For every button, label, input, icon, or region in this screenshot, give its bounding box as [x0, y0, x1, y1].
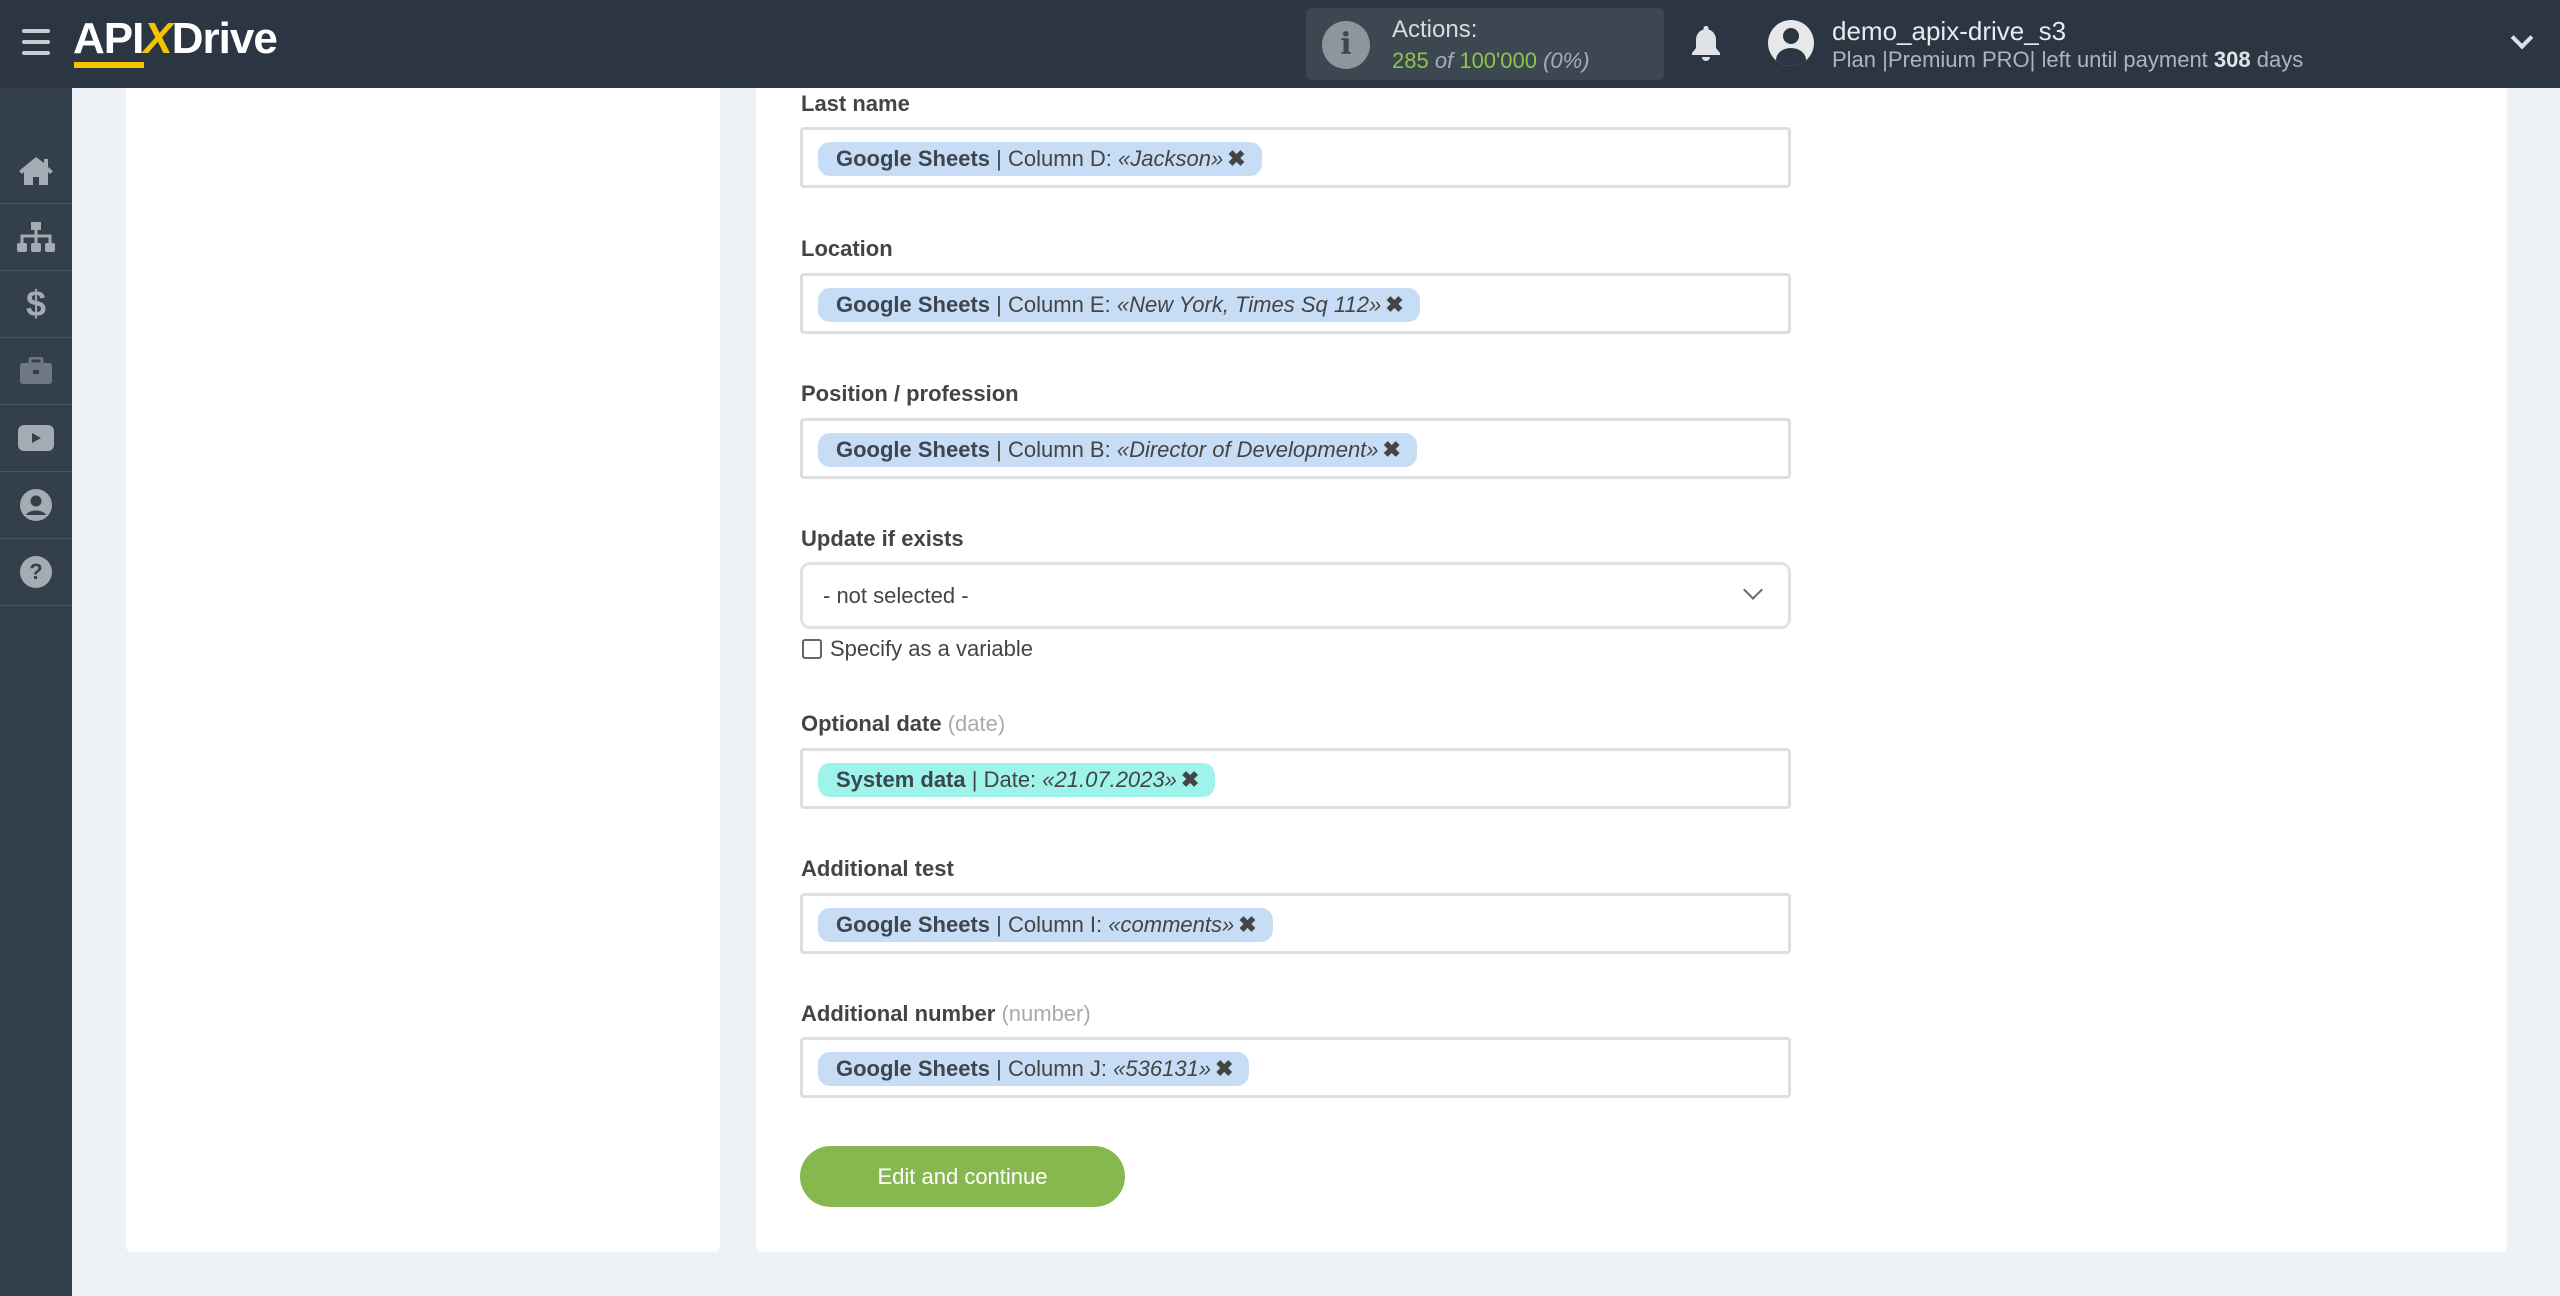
additional-number-input[interactable]: Google Sheets | Column J: «536131» ✖: [800, 1037, 1791, 1098]
actions-title: Actions:: [1392, 16, 1478, 43]
sidebar-item-billing[interactable]: $: [0, 271, 72, 338]
sidebar-item-home[interactable]: [0, 88, 72, 204]
home-icon: [19, 156, 53, 185]
svg-text:?: ?: [29, 559, 42, 584]
info-icon: i: [1322, 21, 1370, 69]
field-label-additional-number: Additional number (number): [801, 1001, 1091, 1026]
chevron-down-icon: [1743, 580, 1763, 600]
user-icon: [20, 489, 52, 521]
checkbox-label: Specify as a variable: [830, 636, 1033, 661]
remove-icon[interactable]: ✖: [1385, 292, 1403, 317]
remove-icon[interactable]: ✖: [1215, 1056, 1233, 1081]
sidebar-item-video[interactable]: [0, 405, 72, 472]
logo[interactable]: APIXDrive: [73, 14, 278, 64]
field-tag[interactable]: Google Sheets | Column J: «536131» ✖: [818, 1052, 1250, 1086]
sidebar: $ ?: [0, 88, 72, 1296]
sidebar-item-help[interactable]: ?: [0, 539, 72, 606]
edit-and-continue-button[interactable]: Edit and continue: [800, 1146, 1125, 1207]
specify-variable-row[interactable]: Specify as a variable: [802, 636, 1033, 662]
remove-icon[interactable]: ✖: [1383, 437, 1401, 462]
sidebar-item-connections[interactable]: [0, 204, 72, 271]
remove-icon[interactable]: ✖: [1181, 767, 1199, 792]
field-tag[interactable]: Google Sheets | Column I: «comments» ✖: [818, 908, 1273, 942]
location-input[interactable]: Google Sheets | Column E: «New York, Tim…: [800, 273, 1791, 334]
field-label-optional-date: Optional date (date): [801, 711, 1006, 736]
username[interactable]: demo_apix-drive_s3: [1832, 16, 2066, 47]
bell-icon[interactable]: [1690, 24, 1722, 62]
chevron-down-icon[interactable]: [2510, 26, 2534, 50]
field-tag[interactable]: Google Sheets | Column B: «Director of D…: [818, 433, 1417, 467]
update-if-exists-select[interactable]: - not selected -: [800, 562, 1791, 629]
left-panel: [126, 88, 720, 1252]
sidebar-item-profile[interactable]: [0, 472, 72, 539]
youtube-icon: [18, 425, 54, 451]
top-bar: APIXDrive i Actions: 285 of 100'000 (0%)…: [0, 0, 2560, 88]
field-tag[interactable]: System data | Date: «21.07.2023» ✖: [818, 763, 1216, 797]
field-label-additional-test: Additional test: [801, 856, 954, 881]
help-icon: ?: [20, 556, 52, 588]
briefcase-icon: [20, 357, 52, 384]
plan-info: Plan |Premium PRO| left until payment 30…: [1832, 47, 2304, 72]
actions-counter: i Actions: 285 of 100'000 (0%): [1306, 8, 1664, 80]
logo-underline: [74, 62, 144, 68]
last-name-input[interactable]: Google Sheets | Column D: «Jackson» ✖: [800, 127, 1791, 188]
field-label-location: Location: [801, 236, 893, 261]
avatar[interactable]: [1768, 20, 1814, 66]
optional-date-input[interactable]: System data | Date: «21.07.2023» ✖: [800, 748, 1791, 809]
dollar-icon: $: [25, 283, 47, 324]
field-label-position: Position / profession: [801, 381, 1019, 406]
menu-icon[interactable]: [22, 29, 50, 55]
additional-test-input[interactable]: Google Sheets | Column I: «comments» ✖: [800, 893, 1791, 954]
field-tag[interactable]: Google Sheets | Column D: «Jackson» ✖: [818, 142, 1262, 176]
select-value: - not selected -: [823, 583, 969, 608]
field-label-update-if-exists: Update if exists: [801, 526, 964, 551]
field-label-last-name: Last name: [801, 91, 910, 116]
remove-icon[interactable]: ✖: [1227, 146, 1245, 171]
specify-variable-checkbox[interactable]: [802, 639, 822, 659]
sitemap-icon: [17, 222, 55, 252]
actions-value: 285 of 100'000 (0%): [1392, 48, 1590, 73]
remove-icon[interactable]: ✖: [1238, 912, 1256, 937]
position-input[interactable]: Google Sheets | Column B: «Director of D…: [800, 418, 1791, 479]
field-tag[interactable]: Google Sheets | Column E: «New York, Tim…: [818, 288, 1420, 322]
sidebar-item-briefcase[interactable]: [0, 338, 72, 405]
